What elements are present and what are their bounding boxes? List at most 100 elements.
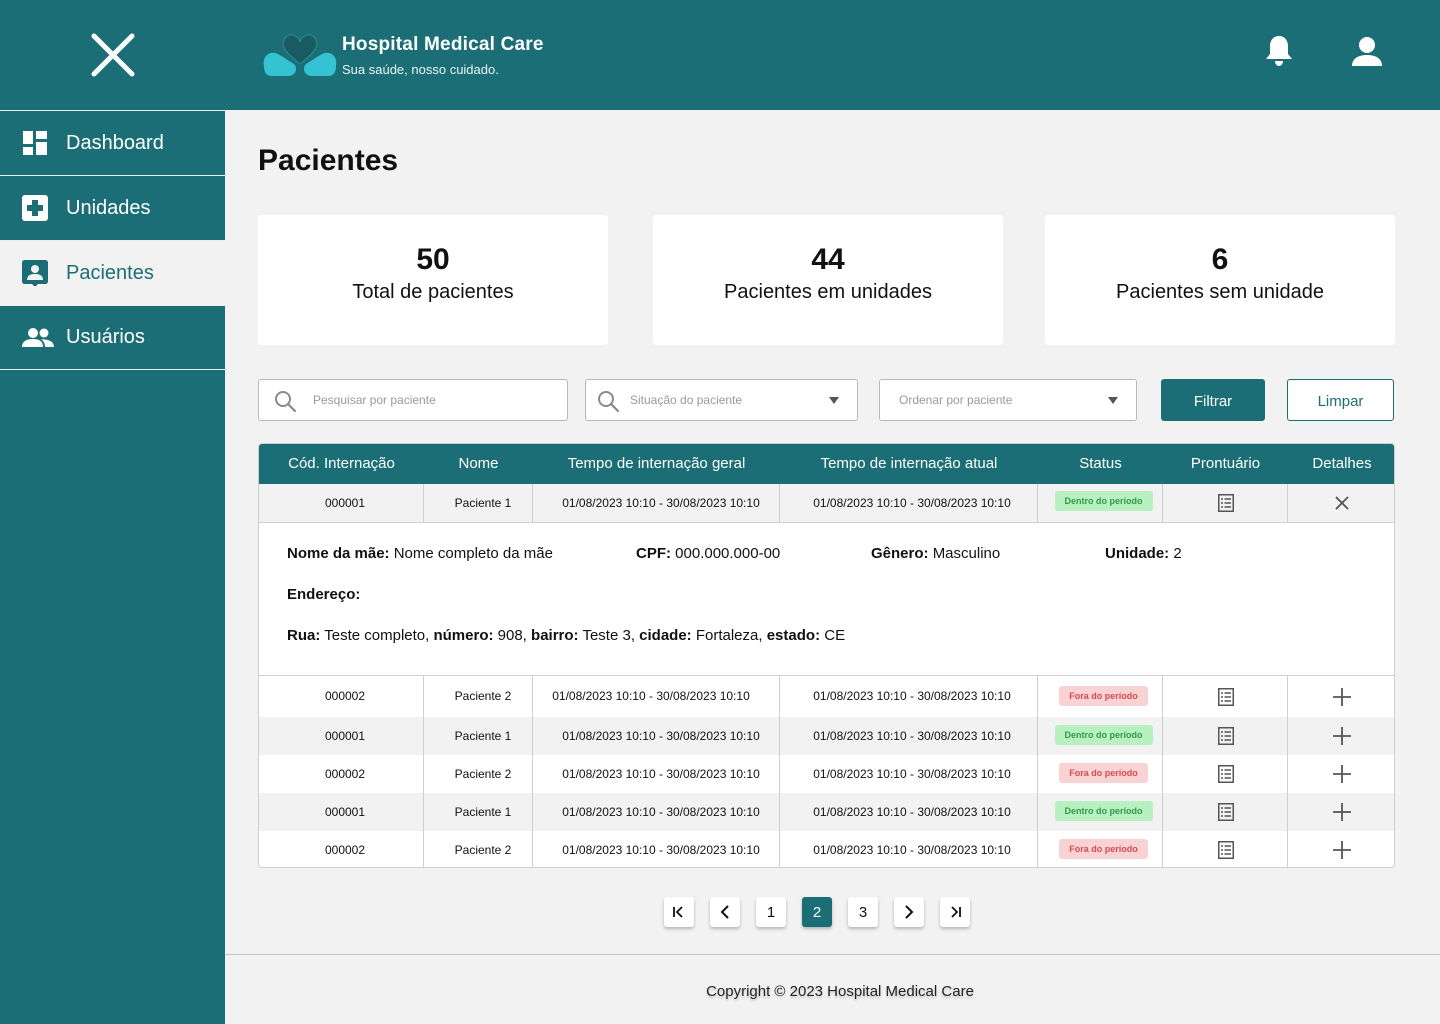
cell-name: Paciente 1 bbox=[454, 729, 512, 743]
table-row[interactable]: 000002 Paciente 2 01/08/2023 10:10 - 30/08… bbox=[259, 831, 1394, 867]
expand-plus-icon[interactable] bbox=[1332, 726, 1352, 746]
order-select[interactable]: Ordenar por paciente bbox=[879, 379, 1137, 421]
cell-record bbox=[1163, 765, 1288, 786]
prev-page-button[interactable] bbox=[710, 897, 740, 927]
close-icon[interactable] bbox=[88, 30, 138, 80]
expand-plus-icon[interactable] bbox=[1332, 687, 1352, 707]
document-list-icon[interactable] bbox=[1217, 494, 1234, 512]
stat-card-total: 50 Total de pacientes bbox=[258, 215, 608, 345]
sidebar-item-label: Usuários bbox=[66, 326, 145, 348]
patient-details-panel: Nome da mãe: Nome completo da mãe CPF: 0… bbox=[259, 522, 1394, 676]
detail-address: Rua: Teste completo, número: 908, bairro… bbox=[287, 627, 846, 644]
expand-plus-icon[interactable] bbox=[1332, 764, 1352, 784]
footer-copyright: Copyright © 2023 Hospital Medical Care bbox=[706, 983, 974, 1000]
cell-status: Dentro do período bbox=[1041, 801, 1166, 821]
cell-code: 000001 bbox=[324, 496, 366, 510]
cell-status: Dentro do período bbox=[1041, 491, 1166, 511]
footer-divider bbox=[225, 954, 1440, 955]
expand-plus-icon[interactable] bbox=[1332, 802, 1352, 822]
stat-value: 44 bbox=[811, 243, 845, 276]
sidebar-item-unidades[interactable]: Unidades bbox=[0, 175, 225, 240]
stat-value: 6 bbox=[1211, 243, 1229, 276]
cell-current-time: 01/08/2023 10:10 - 30/08/2023 10:10 bbox=[813, 689, 1011, 703]
table-row-expanded[interactable]: 000001 Paciente 1 01/08/2023 10:10 - 30/… bbox=[259, 484, 1394, 522]
detail-mother: Nome da mãe: Nome completo da mãe bbox=[287, 545, 553, 562]
table-row[interactable]: 000001 Paciente 1 01/08/2023 10:10 - 30/08… bbox=[259, 793, 1394, 831]
sidebar-item-label: Dashboard bbox=[66, 131, 164, 154]
document-list-icon[interactable] bbox=[1217, 841, 1234, 859]
cell-general-time: 01/08/2023 10:10 - 30/08/2023 10:10 bbox=[562, 496, 760, 510]
sidebar: Dashboard Unidades Pacientes Usuários bbox=[0, 110, 225, 1024]
table-row[interactable]: 000001 Paciente 1 01/08/2023 10:10 - 30/08… bbox=[259, 717, 1394, 755]
caret-down-icon bbox=[1108, 397, 1118, 404]
table-header: Cód. Internação Nome Tempo de internação… bbox=[259, 444, 1394, 484]
cell-code: 000002 bbox=[324, 843, 366, 857]
sidebar-item-dashboard[interactable]: Dashboard bbox=[0, 110, 225, 175]
cell-general-time: 01/08/2023 10:10 - 30/08/2023 10:10 bbox=[562, 729, 760, 743]
top-header: Hospital Medical Care Sua saúde, nosso c… bbox=[0, 0, 1440, 110]
column-header[interactable]: Tempo de internação atual bbox=[780, 444, 1038, 484]
table-row[interactable]: 000002 Paciente 2 01/08/2023 10:10 - 30/08… bbox=[259, 676, 1394, 717]
stat-card-in-units: 44 Pacientes em unidades bbox=[653, 215, 1003, 345]
chevron-left-icon bbox=[720, 905, 729, 919]
stat-label: Pacientes sem unidade bbox=[1116, 281, 1324, 303]
first-page-icon bbox=[673, 906, 683, 918]
cell-general-time: 01/08/2023 10:10 - 30/08/2023 10:10 bbox=[562, 767, 760, 781]
detail-unit: Unidade: 2 bbox=[1105, 545, 1182, 562]
detail-address-label: Endereço: bbox=[287, 586, 361, 603]
user-icon[interactable] bbox=[1350, 36, 1384, 68]
next-page-button[interactable] bbox=[894, 897, 924, 927]
sidebar-item-pacientes[interactable]: Pacientes bbox=[0, 240, 225, 305]
page-button-2[interactable]: 2 bbox=[802, 897, 832, 927]
patient-badge-icon bbox=[22, 260, 48, 286]
cell-general-time: 01/08/2023 10:10 - 30/08/2023 10:10 bbox=[562, 843, 760, 857]
stat-label: Pacientes em unidades bbox=[724, 281, 932, 303]
column-header[interactable]: Tempo de internação geral bbox=[533, 444, 780, 484]
search-input[interactable]: Pesquisar por paciente bbox=[258, 379, 568, 421]
status-badge: Fora do período bbox=[1059, 685, 1148, 706]
document-list-icon[interactable] bbox=[1217, 687, 1234, 706]
cell-current-time: 01/08/2023 10:10 - 30/08/2023 10:10 bbox=[813, 496, 1011, 510]
last-page-button[interactable] bbox=[940, 897, 970, 927]
cell-name: Paciente 2 bbox=[454, 689, 512, 703]
filter-button[interactable]: Filtrar bbox=[1161, 379, 1265, 421]
cell-name: Paciente 1 bbox=[454, 496, 512, 510]
page-button-1[interactable]: 1 bbox=[756, 897, 786, 927]
cell-code: 000002 bbox=[324, 767, 366, 781]
document-list-icon[interactable] bbox=[1217, 765, 1234, 783]
sidebar-item-usuarios[interactable]: Usuários bbox=[0, 305, 225, 370]
status-badge: Fora do período bbox=[1059, 839, 1148, 859]
column-header[interactable]: Cód. Internação bbox=[259, 444, 424, 484]
document-list-icon[interactable] bbox=[1217, 803, 1234, 821]
status-select[interactable]: Situação do paciente bbox=[585, 379, 858, 421]
users-icon bbox=[22, 327, 54, 347]
cell-record bbox=[1163, 727, 1288, 748]
hands-heart-logo bbox=[263, 34, 337, 76]
column-header[interactable]: Status bbox=[1038, 444, 1163, 484]
cell-status: Fora do período bbox=[1041, 685, 1166, 706]
page-button-3[interactable]: 3 bbox=[848, 897, 878, 927]
stat-card-no-unit: 6 Pacientes sem unidade bbox=[1045, 215, 1395, 345]
expand-plus-icon[interactable] bbox=[1332, 840, 1352, 860]
stat-value: 50 bbox=[416, 243, 450, 276]
medical-plus-icon bbox=[22, 195, 48, 221]
search-placeholder: Pesquisar por paciente bbox=[313, 393, 436, 407]
collapse-x-icon[interactable] bbox=[1332, 493, 1352, 513]
column-header[interactable]: Detalhes bbox=[1288, 444, 1394, 484]
cell-name: Paciente 2 bbox=[454, 843, 512, 857]
cell-record bbox=[1163, 494, 1288, 515]
page-title: Pacientes bbox=[258, 144, 399, 177]
cell-name: Paciente 2 bbox=[454, 767, 512, 781]
brand-title: Hospital Medical Care bbox=[342, 34, 544, 55]
clear-button[interactable]: Limpar bbox=[1287, 379, 1394, 421]
stat-label: Total de pacientes bbox=[352, 281, 514, 303]
table-row[interactable]: 000002 Paciente 2 01/08/2023 10:10 - 30/08… bbox=[259, 755, 1394, 793]
cell-details bbox=[1288, 764, 1394, 787]
column-header[interactable]: Prontuário bbox=[1163, 444, 1288, 484]
cell-status: Fora do período bbox=[1041, 839, 1166, 859]
bell-icon[interactable] bbox=[1263, 33, 1295, 67]
cell-current-time: 01/08/2023 10:10 - 30/08/2023 10:10 bbox=[813, 767, 1011, 781]
first-page-button[interactable] bbox=[664, 897, 694, 927]
column-header[interactable]: Nome bbox=[424, 444, 533, 484]
document-list-icon[interactable] bbox=[1217, 727, 1234, 745]
